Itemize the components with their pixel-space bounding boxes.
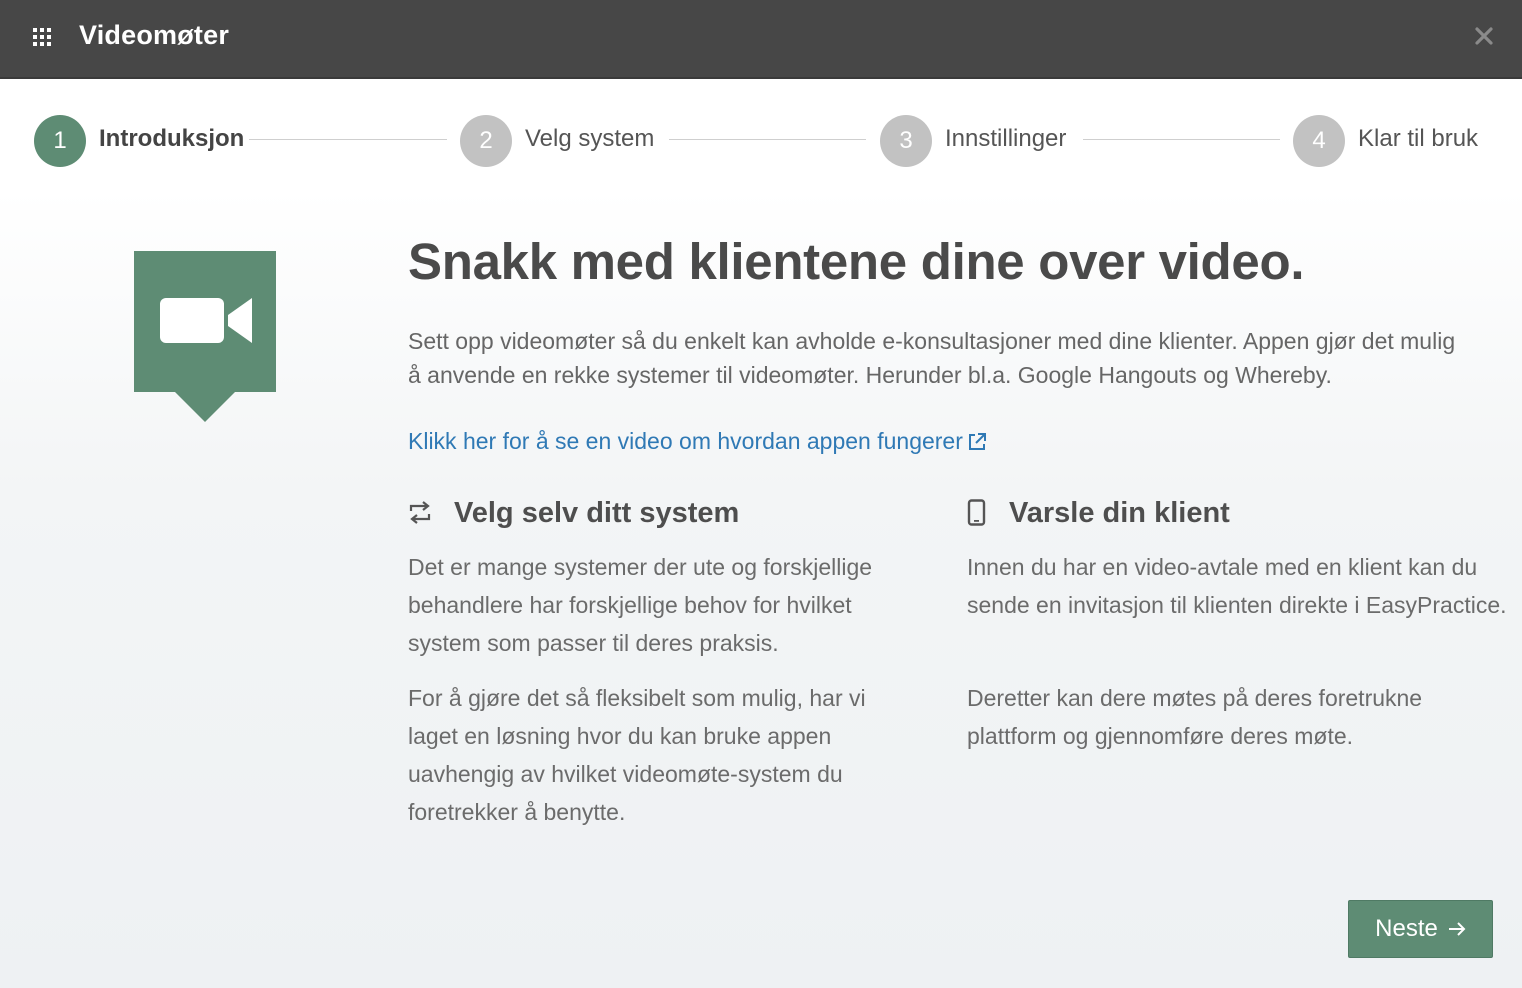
apps-grid-icon[interactable] bbox=[33, 28, 53, 46]
step-4-number: 4 bbox=[1293, 115, 1345, 167]
step-4-label: Klar til bruk bbox=[1358, 125, 1479, 152]
step-3-number: 3 bbox=[880, 115, 932, 167]
step-2-number: 2 bbox=[460, 115, 512, 167]
next-button[interactable]: Neste bbox=[1348, 900, 1493, 958]
intro-text: Sett opp videomøter så du enkelt kan avh… bbox=[408, 328, 1456, 388]
feature-text-system-2: For å gjøre det så fleksibelt som mulig,… bbox=[408, 685, 866, 825]
next-button-label: Neste bbox=[1375, 915, 1438, 942]
wizard-stepper: 1 Introduksjon 2 Velg system 3 Innstilli… bbox=[0, 81, 1522, 201]
external-link-icon bbox=[968, 433, 986, 450]
repeat-arrows-icon bbox=[408, 500, 432, 531]
feature-text-notify-2: Deretter kan dere møtes på deres foretru… bbox=[967, 685, 1423, 749]
title-bar: Videomøter bbox=[0, 0, 1522, 79]
video-camera-icon bbox=[134, 251, 276, 423]
step-3-label: Innstillinger bbox=[945, 125, 1067, 152]
app-title: Videomøter bbox=[79, 20, 230, 50]
step-1-number: 1 bbox=[34, 115, 86, 167]
feature-text-system-1: Det er mange systemer der ute og forskje… bbox=[408, 554, 873, 656]
step-connector bbox=[249, 139, 447, 140]
video-tutorial-link[interactable]: Klikk her for å se en video om hvordan a… bbox=[408, 428, 987, 455]
step-2-label: Velg system bbox=[525, 125, 655, 152]
wizard-content: 1 Introduksjon 2 Velg system 3 Innstilli… bbox=[0, 81, 1522, 988]
page-headline: Snakk med klientene dine over video. bbox=[408, 233, 1305, 290]
video-link-text: Klikk her for å se en video om hvordan a… bbox=[408, 428, 963, 454]
feature-heading-system: Velg selv ditt system bbox=[454, 497, 740, 529]
step-connector bbox=[1083, 139, 1280, 140]
arrow-right-icon bbox=[1448, 922, 1466, 936]
feature-text-notify-1: Innen du har en video-avtale med en klie… bbox=[967, 554, 1507, 618]
mobile-phone-icon bbox=[967, 499, 987, 532]
feature-heading-notify: Varsle din klient bbox=[1009, 497, 1230, 529]
step-1-label: Introduksjon bbox=[99, 125, 245, 152]
close-icon[interactable] bbox=[1472, 24, 1496, 48]
step-connector bbox=[669, 139, 866, 140]
